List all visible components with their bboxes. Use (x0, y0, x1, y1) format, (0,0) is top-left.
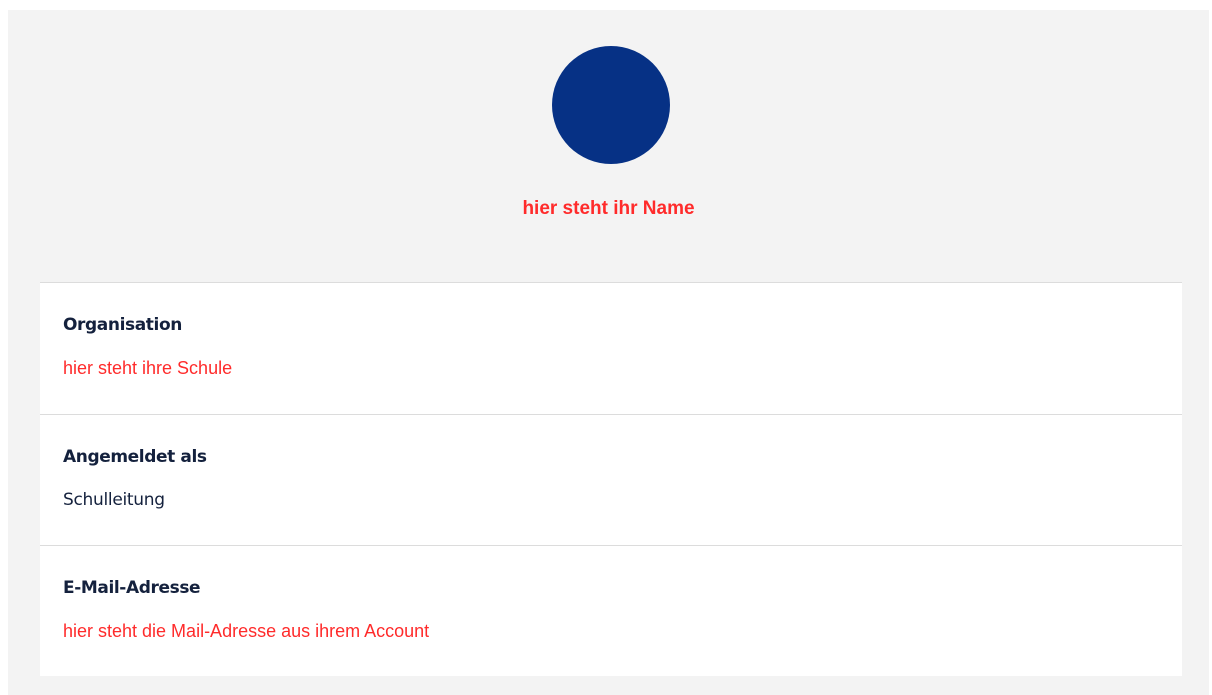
profile-panel: hier steht ihr Name Organisation hier st… (8, 10, 1209, 695)
role-row: Angemeldet als Schulleitung (40, 414, 1182, 545)
role-label: Angemeldet als (63, 447, 207, 467)
profile-details-card: Organisation hier steht ihre Schule Ange… (40, 282, 1182, 676)
organisation-value: hier steht ihre Schule (63, 358, 233, 378)
role-value: Schulleitung (63, 490, 165, 510)
profile-name: hier steht ihr Name (522, 198, 695, 219)
email-row: E-Mail-Adresse hier steht die Mail-Adres… (40, 545, 1182, 676)
email-value: hier steht die Mail-Adresse aus ihrem Ac… (63, 621, 430, 641)
organisation-row: Organisation hier steht ihre Schule (40, 283, 1182, 413)
organisation-label: Organisation (63, 315, 182, 335)
email-label: E-Mail-Adresse (63, 578, 201, 598)
avatar (552, 46, 670, 164)
